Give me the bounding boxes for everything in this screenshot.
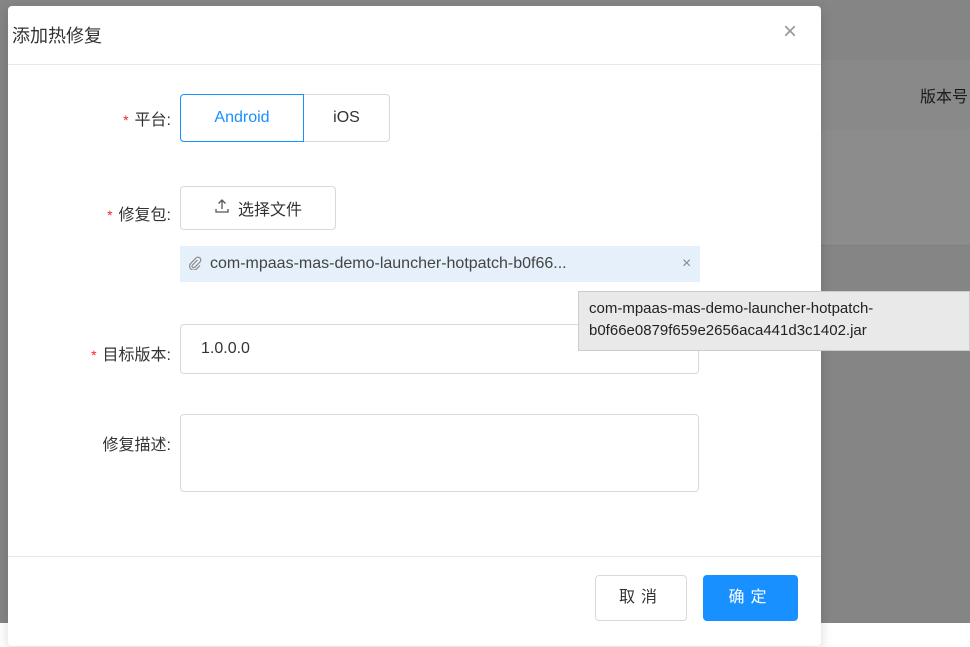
- filename-tooltip: com-mpaas-mas-demo-launcher-hotpatch- b0…: [578, 291, 970, 351]
- platform-option-ios[interactable]: iOS: [304, 94, 390, 142]
- modal-title: 添加热修复: [12, 26, 102, 46]
- tooltip-line-1: com-mpaas-mas-demo-launcher-hotpatch-: [589, 300, 874, 317]
- platform-option-android[interactable]: Android: [180, 94, 304, 142]
- platform-selector: Android iOS: [180, 94, 390, 142]
- remove-file-icon[interactable]: ×: [682, 255, 691, 273]
- description-textarea[interactable]: [180, 414, 699, 492]
- required-mark: *: [91, 347, 97, 363]
- tooltip-line-2: b0f66e0879f659e2656aca441d3c1402.jar: [589, 322, 867, 339]
- select-file-button[interactable]: 选择文件: [180, 186, 336, 230]
- paperclip-icon: [188, 256, 202, 273]
- cancel-button[interactable]: 取消: [595, 575, 687, 621]
- confirm-button[interactable]: 确定: [703, 575, 798, 621]
- package-label: * 修复包:: [107, 201, 171, 225]
- description-label: 修复描述:: [102, 437, 171, 454]
- modal-footer: 取消 确定: [8, 556, 821, 647]
- platform-label: * 平台:: [123, 106, 171, 130]
- required-mark: *: [123, 112, 129, 128]
- package-label-text: 修复包:: [118, 207, 171, 224]
- upload-icon: [214, 198, 230, 219]
- required-mark: *: [107, 207, 113, 223]
- select-file-label: 选择文件: [237, 202, 302, 219]
- target-version-label: * 目标版本:: [91, 341, 171, 365]
- modal-header: 添加热修复 ×: [8, 6, 821, 65]
- platform-label-text: 平台:: [134, 112, 171, 129]
- target-version-label-text: 目标版本:: [102, 347, 171, 364]
- close-icon[interactable]: ×: [783, 18, 797, 46]
- uploaded-file-item[interactable]: com-mpaas-mas-demo-launcher-hotpatch-b0f…: [180, 246, 700, 282]
- file-name: com-mpaas-mas-demo-launcher-hotpatch-b0f…: [210, 255, 567, 272]
